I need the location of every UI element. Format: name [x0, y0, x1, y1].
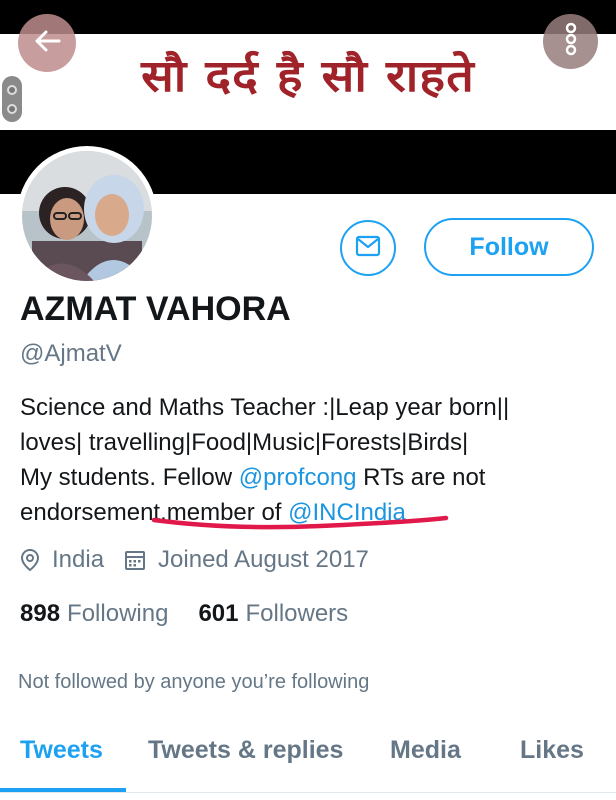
following-count: 898	[20, 600, 61, 627]
avatar-photo	[22, 151, 152, 281]
user-handle: @AjmatV	[20, 340, 122, 367]
followers-label: Followers	[245, 600, 349, 627]
follow-stats: 898 Following 601 Followers	[20, 600, 378, 628]
mail-icon	[355, 235, 381, 262]
location-pin-icon	[20, 548, 40, 572]
message-button[interactable]	[340, 220, 396, 276]
calendar-icon	[124, 549, 146, 571]
more-vertical-icon	[563, 22, 579, 61]
tab-tweets-and-replies[interactable]: Tweets & replies	[148, 736, 343, 765]
tabs-divider	[0, 792, 616, 793]
floating-pill-indicator	[2, 76, 22, 122]
followers-stat[interactable]: 601 Followers	[198, 600, 348, 628]
bio-line: My students. Fellow @profcong RTs are no…	[20, 460, 600, 495]
mention-link-profcong[interactable]: @profcong	[239, 464, 357, 491]
display-name: AZMAT VAHORA	[20, 290, 291, 328]
following-label: Following	[67, 600, 169, 627]
followers-count: 601	[198, 600, 239, 627]
tab-likes[interactable]: Likes	[520, 736, 584, 765]
profile-tabs: Tweets Tweets & replies Media Likes	[0, 732, 616, 800]
location-item: India	[20, 546, 104, 574]
header-top-bar	[0, 0, 616, 34]
red-underline-annotation	[150, 512, 450, 541]
follow-button[interactable]: Follow	[424, 218, 594, 276]
joined-item: Joined August 2017	[124, 546, 369, 574]
bio-line: Science and Maths Teacher :|Leap year bo…	[20, 394, 510, 421]
following-stat[interactable]: 898 Following	[20, 600, 168, 628]
not-followed-notice: Not followed by anyone you’re following	[18, 671, 370, 693]
tab-tweets[interactable]: Tweets	[20, 736, 103, 765]
profile-bio: Science and Maths Teacher :|Leap year bo…	[20, 390, 600, 530]
profile-meta-row: India Joined August 2017	[20, 546, 369, 574]
bio-text: RTs are not	[356, 464, 486, 491]
pill-dot	[7, 84, 17, 95]
joined-date-text: Joined August 2017	[158, 546, 369, 573]
location-text: India	[52, 546, 105, 573]
banner-text: सौ दर्द है सौ राहते	[141, 51, 475, 102]
bio-text: My students. Fellow	[20, 464, 239, 491]
back-arrow-icon	[32, 26, 62, 61]
bio-line: loves| travelling|Food|Music|Forests|Bir…	[20, 429, 469, 456]
tab-media[interactable]: Media	[390, 736, 461, 765]
pill-dot	[7, 103, 17, 114]
more-options-button[interactable]	[543, 14, 598, 69]
back-button[interactable]	[18, 14, 76, 72]
avatar[interactable]	[17, 146, 157, 286]
